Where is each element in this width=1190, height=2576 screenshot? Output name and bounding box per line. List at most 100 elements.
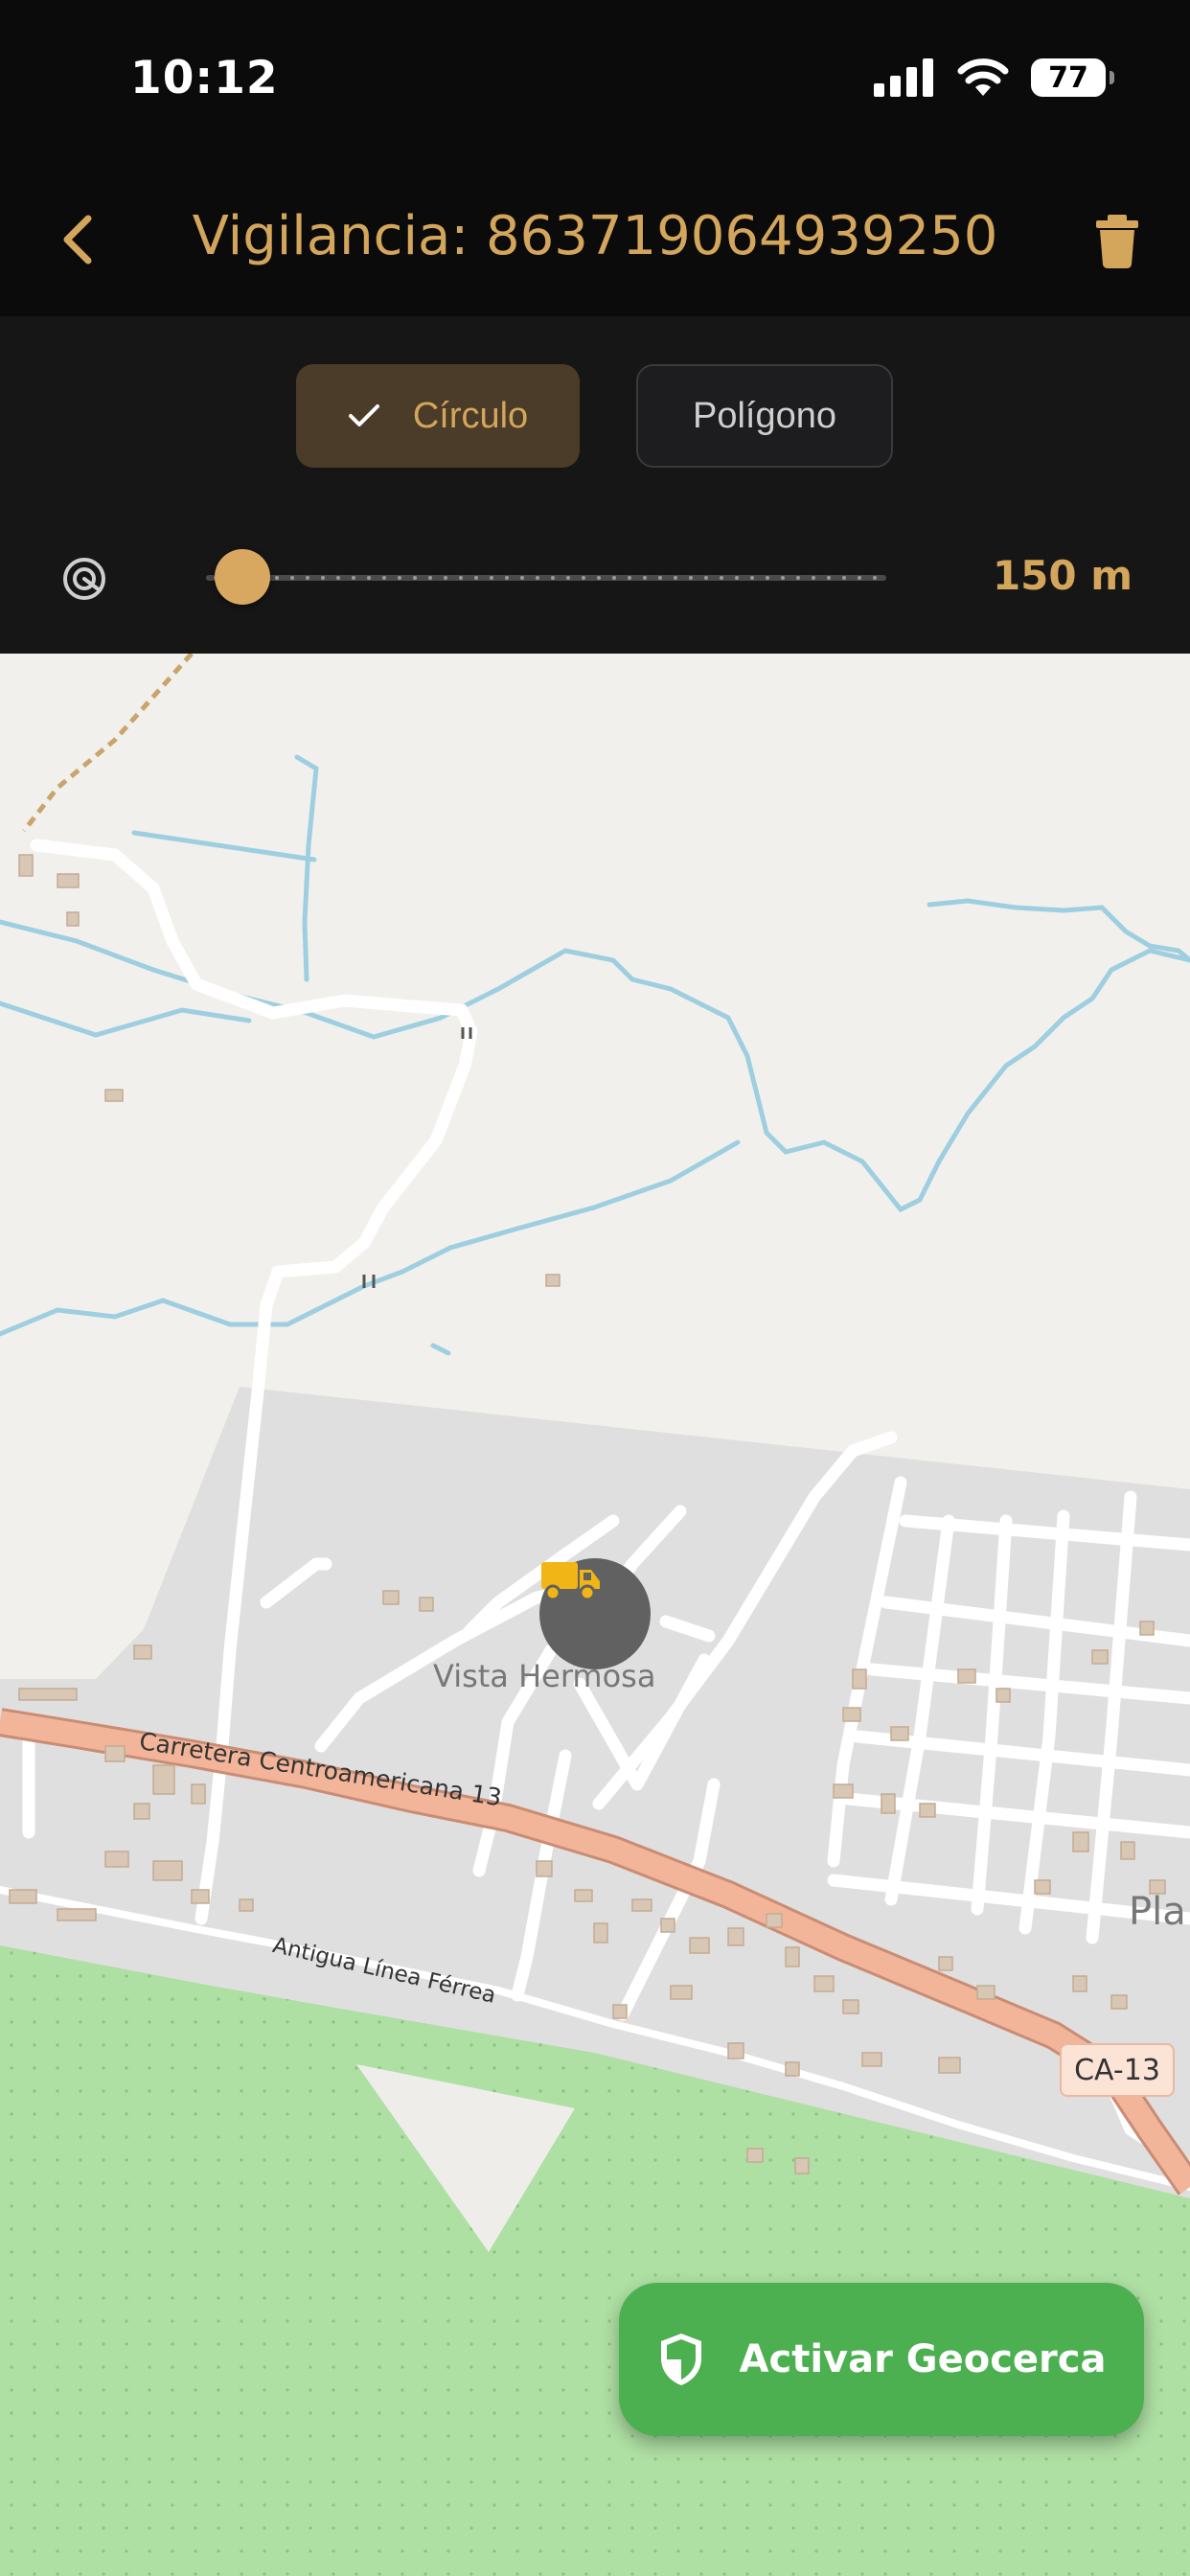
building: [18, 1688, 78, 1701]
slider-tick: [275, 576, 279, 580]
building: [612, 2004, 628, 2019]
building: [133, 1644, 152, 1660]
building: [976, 1985, 995, 2000]
building: [66, 911, 80, 927]
building: [938, 2057, 961, 2074]
building: [1072, 1975, 1087, 1992]
building: [104, 1089, 124, 1102]
building: [794, 2157, 810, 2174]
building: [881, 1793, 896, 1814]
building: [536, 1860, 553, 1877]
building: [938, 1956, 953, 1971]
cellular-signal-icon: [874, 58, 933, 97]
building: [104, 1851, 129, 1868]
slider-tick: [827, 576, 831, 580]
slider-tick: [735, 576, 739, 580]
page-title: Vigilancia: 863719064939250: [192, 205, 998, 267]
building: [545, 1274, 561, 1287]
building: [919, 1803, 936, 1818]
building: [746, 2148, 764, 2163]
building: [57, 873, 80, 888]
battery-level: 77: [1048, 60, 1088, 95]
building: [842, 1999, 859, 2014]
slider-tick: [290, 576, 294, 580]
slider-tick: [674, 576, 677, 580]
app-header: Vigilancia: 863719064939250: [0, 163, 1190, 316]
slider-tick: [842, 576, 846, 580]
building: [660, 1918, 675, 1933]
building: [1072, 1831, 1089, 1852]
building: [593, 1922, 608, 1944]
building: [766, 1913, 783, 1928]
slider-tick: [490, 576, 493, 580]
building: [861, 2052, 882, 2067]
building: [18, 854, 34, 877]
slider-tick: [505, 576, 509, 580]
building: [9, 1889, 37, 1904]
building: [689, 1937, 710, 1954]
slider-tick: [536, 576, 539, 580]
slider-tick: [352, 576, 355, 580]
trash-icon[interactable]: [1092, 209, 1142, 270]
slider-tick: [704, 576, 708, 580]
slider-tick: [321, 576, 325, 580]
radius-slider-track[interactable]: [206, 572, 886, 584]
building: [57, 1908, 97, 1921]
battery-icon: 77: [1031, 58, 1114, 97]
slider-tick: [781, 576, 785, 580]
slider-tick: [689, 576, 693, 580]
building: [785, 2061, 800, 2077]
building: [104, 1745, 126, 1762]
slider-tick: [612, 576, 616, 580]
slider-tick: [750, 576, 754, 580]
slider-tick: [796, 576, 800, 580]
mode-circle-label: Círculo: [412, 395, 529, 436]
building: [382, 1590, 400, 1605]
status-bar: 10:12 77: [0, 0, 1190, 163]
building: [191, 1783, 206, 1805]
activate-geofence-button[interactable]: Activar Geocerca: [619, 2283, 1144, 2436]
slider-tick: [582, 576, 585, 580]
building: [133, 1803, 150, 1820]
status-icons: 77: [874, 58, 1114, 98]
slider-tick: [766, 576, 769, 580]
slider-tick: [520, 576, 524, 580]
slider-tick: [812, 576, 815, 580]
slider-tick: [643, 576, 647, 580]
building: [995, 1688, 1011, 1703]
radius-icon: [63, 558, 105, 600]
building: [1139, 1621, 1155, 1636]
building: [852, 1668, 867, 1690]
place-label-vista-hermosa: Vista Hermosa: [433, 1658, 656, 1694]
slider-tick: [551, 576, 555, 580]
slider-tick: [367, 576, 371, 580]
status-time: 10:12: [130, 52, 279, 104]
building: [239, 1898, 254, 1912]
building: [191, 1889, 210, 1904]
waterways: [0, 754, 1190, 1356]
slider-tick: [444, 576, 447, 580]
slider-tick: [597, 576, 601, 580]
building: [670, 1985, 693, 2000]
geofence-controls: Círculo Polígono 150 m: [0, 316, 1190, 654]
slider-tick: [398, 576, 401, 580]
slider-tick: [306, 576, 309, 580]
route-shield-ca13: CA-13: [1060, 2043, 1175, 2097]
wifi-icon: [957, 58, 1009, 96]
building: [631, 1898, 652, 1912]
building: [419, 1597, 434, 1612]
mode-polygon-button[interactable]: Polígono: [636, 364, 893, 468]
truck-icon: [541, 1562, 600, 1601]
radius-slider-thumb[interactable]: [215, 549, 271, 605]
vehicle-marker[interactable]: [539, 1558, 651, 1669]
slider-tick: [382, 576, 386, 580]
mode-circle-button[interactable]: Círculo: [296, 364, 580, 468]
building: [727, 2042, 744, 2059]
activate-geofence-label: Activar Geocerca: [739, 2337, 1107, 2381]
checkmark-icon: [348, 404, 379, 426]
slider-tick: [336, 576, 340, 580]
slider-tick: [858, 576, 861, 580]
radius-value: 150 m: [992, 552, 1133, 599]
building: [813, 1975, 835, 1992]
building: [890, 1726, 909, 1741]
